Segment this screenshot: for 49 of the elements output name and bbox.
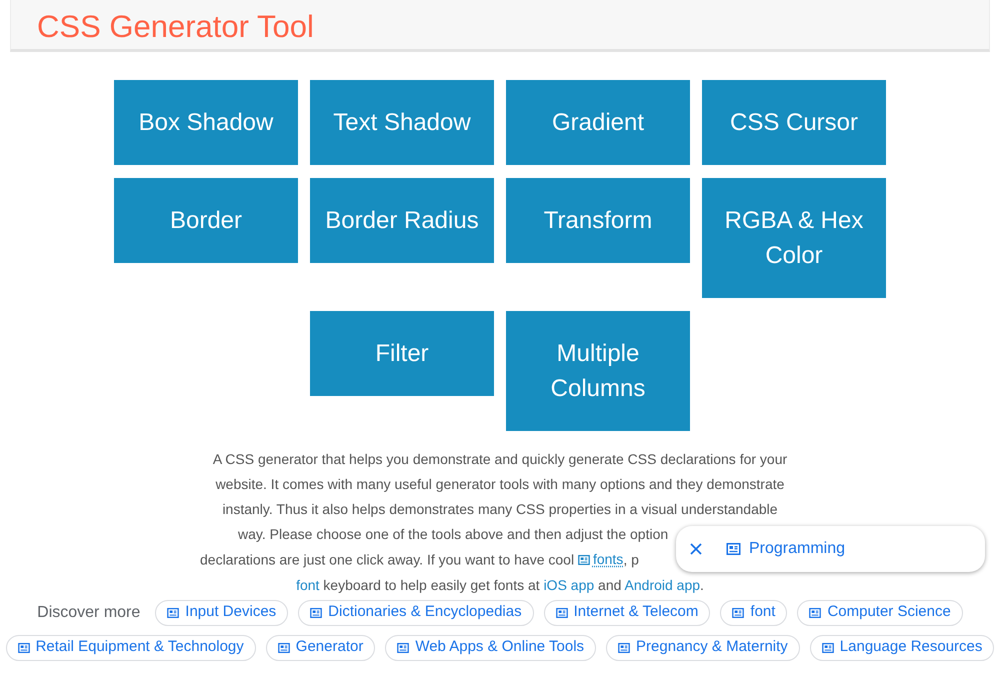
tool-button[interactable]: Multiple Columns <box>506 311 690 431</box>
tool-button[interactable]: Box Shadow <box>114 80 298 165</box>
topic-chip[interactable]: Dictionaries & Encyclopedias <box>298 600 534 626</box>
keyword-link[interactable]: fonts <box>578 547 624 572</box>
newspaper-icon <box>18 642 30 652</box>
newspaper-icon <box>726 543 741 555</box>
page-title: CSS Generator Tool <box>37 8 314 42</box>
newspaper-icon <box>809 608 822 618</box>
newspaper-icon <box>310 608 322 618</box>
description-text: keyboard to help easily get fonts at <box>322 576 541 592</box>
description-text: and <box>597 576 622 592</box>
topic-chip[interactable]: Internet & Telecom <box>544 600 710 626</box>
topic-link[interactable]: Programming <box>720 537 852 561</box>
newspaper-icon <box>278 642 290 652</box>
newspaper-icon <box>732 608 744 618</box>
topic-chip[interactable]: Web Apps & Online Tools <box>385 634 596 660</box>
description-text: instanly. Thus it also helps demonstrates many CSS properties in a visual understandable <box>222 501 778 517</box>
topic-chip[interactable]: Computer Science <box>797 600 963 626</box>
text-link[interactable]: font <box>296 576 320 592</box>
close-icon <box>690 543 702 555</box>
newspaper-icon <box>397 642 410 652</box>
text-link[interactable]: iOS app <box>544 576 594 592</box>
tool-button[interactable]: Filter <box>310 311 494 396</box>
description-text: website. It comes with many useful generator tools with many options and they demonstrate <box>216 476 784 492</box>
description-text: way. Please choose one of the tools above and then adjust the option <box>238 526 668 542</box>
newspaper-icon <box>822 642 834 652</box>
tool-button[interactable]: Transform <box>506 178 690 263</box>
tool-button[interactable]: Border <box>114 178 298 263</box>
topic-chip[interactable]: Generator <box>266 634 376 660</box>
tool-button[interactable]: Text Shadow <box>310 80 494 165</box>
topic-chip[interactable]: Retail Equipment & Technology <box>6 634 256 660</box>
tool-button[interactable]: RGBA & Hex Color <box>702 178 886 298</box>
newspaper-icon <box>556 608 568 618</box>
topic-chip[interactable]: font <box>720 600 788 626</box>
description-text: A CSS generator that helps you demonstrate and quickly generate CSS declarations for your <box>212 451 788 467</box>
tool-button[interactable]: Border Radius <box>310 178 494 263</box>
description-text: , p <box>623 552 639 568</box>
newspaper-icon <box>618 642 630 652</box>
newspaper-icon <box>578 554 590 564</box>
topic-chip[interactable]: Pregnancy & Maternity <box>606 634 800 660</box>
description-text: . <box>700 576 704 592</box>
newspaper-icon <box>167 608 180 618</box>
tool-button[interactable]: CSS Cursor <box>702 80 886 165</box>
description-text: declarations are just one click away. If you want to have cool <box>200 552 576 568</box>
discover-label: Discover more <box>37 602 140 622</box>
text-link[interactable]: Android app <box>624 576 700 592</box>
tool-button[interactable]: Gradient <box>506 80 690 165</box>
topic-chip[interactable]: Input Devices <box>155 600 288 626</box>
topic-chip[interactable]: Language Resources <box>810 634 994 660</box>
